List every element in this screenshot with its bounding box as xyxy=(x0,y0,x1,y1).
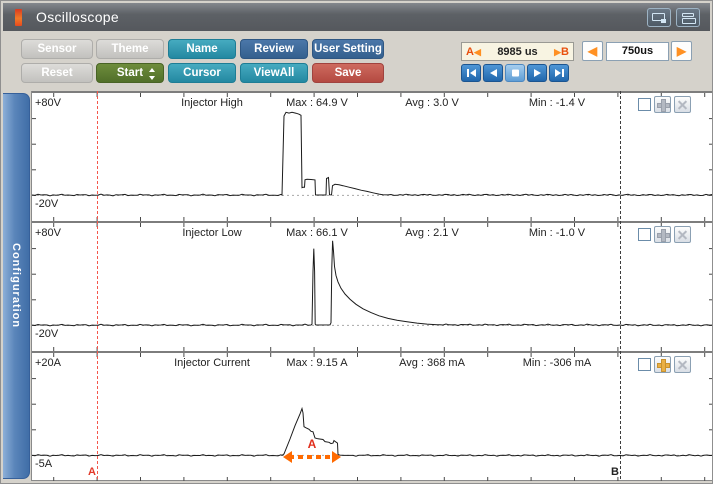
stop-button[interactable] xyxy=(505,64,525,82)
channel2-min: Min : -1.0 V xyxy=(492,227,622,239)
channel1-avg: Avg : 3.0 V xyxy=(372,97,492,109)
channel1-max: Max : 64.9 V xyxy=(252,97,382,109)
annotation-label: A xyxy=(283,437,341,451)
restore-window-button[interactable] xyxy=(676,8,700,27)
titlebar: Oscilloscope xyxy=(3,3,710,31)
channel3-controls xyxy=(638,356,691,373)
channel1-close-button[interactable] xyxy=(674,96,691,113)
monitor-icon xyxy=(652,13,665,21)
channel3-zoom-button[interactable] xyxy=(654,356,671,373)
channel1-controls xyxy=(638,96,691,113)
user-setting-button[interactable]: User Setting xyxy=(312,39,384,59)
name-button[interactable]: Name xyxy=(168,39,236,59)
review-button[interactable]: Review xyxy=(240,39,308,59)
sensor-button[interactable]: Sensor xyxy=(21,39,93,59)
channel2-checkbox[interactable] xyxy=(638,228,651,241)
play-back-icon xyxy=(488,68,499,78)
cursor-b-side[interactable]: ▶B xyxy=(554,46,569,58)
channel3-avg: Avg : 368 mA xyxy=(372,357,492,369)
skip-start-icon xyxy=(466,68,477,78)
app-icon xyxy=(15,9,22,26)
duration-measurement-annotation: A xyxy=(283,439,341,465)
configuration-tab-label: Configuration xyxy=(10,243,22,328)
channel3-bottom-scale: -5A xyxy=(35,458,52,470)
cursor-delta-readout: A◀ 8985 us ▶B xyxy=(461,42,574,61)
waveform-injector-low xyxy=(32,223,713,351)
channel1-zoom-button[interactable] xyxy=(654,96,671,113)
channel2-top-scale: +80V xyxy=(35,227,61,239)
oscilloscope-window: Oscilloscope Sensor Theme Name Review Us… xyxy=(0,0,713,484)
step-forward-button[interactable] xyxy=(527,64,547,82)
channel3-min: Min : -306 mA xyxy=(492,357,622,369)
skip-end-icon xyxy=(554,68,565,78)
window-controls xyxy=(647,8,700,27)
left-arrow-icon: ◀ xyxy=(474,47,481,57)
configuration-tab[interactable]: Configuration xyxy=(3,93,30,479)
viewall-button[interactable]: ViewAll xyxy=(240,63,308,83)
stop-icon xyxy=(510,68,521,78)
first-frame-button[interactable] xyxy=(461,64,481,82)
channel-injector-current: +20A -5A Injector Current Max : 9.15 A A… xyxy=(32,351,713,481)
channel1-checkbox[interactable] xyxy=(638,98,651,111)
start-stepper-icon[interactable] xyxy=(149,68,156,80)
timebase-value[interactable]: 750us xyxy=(606,42,669,61)
plot-area: +80V -20V Injector High Max : 64.9 V Avg… xyxy=(31,91,712,481)
step-back-button[interactable] xyxy=(483,64,503,82)
channel2-zoom-button[interactable] xyxy=(654,226,671,243)
channel2-bottom-scale: -20V xyxy=(35,328,58,340)
channel2-close-button[interactable] xyxy=(674,226,691,243)
last-frame-button[interactable] xyxy=(549,64,569,82)
channel3-checkbox[interactable] xyxy=(638,358,651,371)
waveform-injector-current xyxy=(32,353,713,481)
channel2-controls xyxy=(638,226,691,243)
channel3-max: Max : 9.15 A xyxy=(252,357,382,369)
display-mode-button[interactable] xyxy=(647,8,671,27)
start-button[interactable]: Start xyxy=(96,63,164,83)
channel2-max: Max : 66.1 V xyxy=(252,227,382,239)
channel1-top-scale: +80V xyxy=(35,97,61,109)
start-button-label: Start xyxy=(117,67,143,79)
cursor-button[interactable]: Cursor xyxy=(168,63,236,83)
channel-injector-low: +80V -20V Injector Low Max : 66.1 V Avg … xyxy=(32,221,713,351)
channel1-bottom-scale: -20V xyxy=(35,198,58,210)
timebase-increase-button[interactable]: ▶ xyxy=(671,41,692,61)
waveform-injector-high xyxy=(32,93,713,221)
timebase-decrease-button[interactable]: ◀ xyxy=(582,41,603,61)
theme-button[interactable]: Theme xyxy=(96,39,164,59)
playback-controls xyxy=(461,64,569,82)
cursor-delta-value: 8985 us xyxy=(497,46,537,58)
channel2-avg: Avg : 2.1 V xyxy=(372,227,492,239)
channel3-close-button[interactable] xyxy=(674,356,691,373)
double-arrow-icon xyxy=(289,455,335,459)
channel3-top-scale: +20A xyxy=(35,357,61,369)
right-arrow-icon: ▶ xyxy=(554,47,561,57)
reset-button[interactable]: Reset xyxy=(21,63,93,83)
cursor-a-side[interactable]: A◀ xyxy=(466,46,481,58)
channel1-min: Min : -1.4 V xyxy=(492,97,622,109)
channel-injector-high: +80V -20V Injector High Max : 64.9 V Avg… xyxy=(32,91,713,221)
play-icon xyxy=(532,68,543,78)
save-button[interactable]: Save xyxy=(312,63,384,83)
window-title: Oscilloscope xyxy=(36,9,119,25)
restore-icon xyxy=(682,13,694,17)
